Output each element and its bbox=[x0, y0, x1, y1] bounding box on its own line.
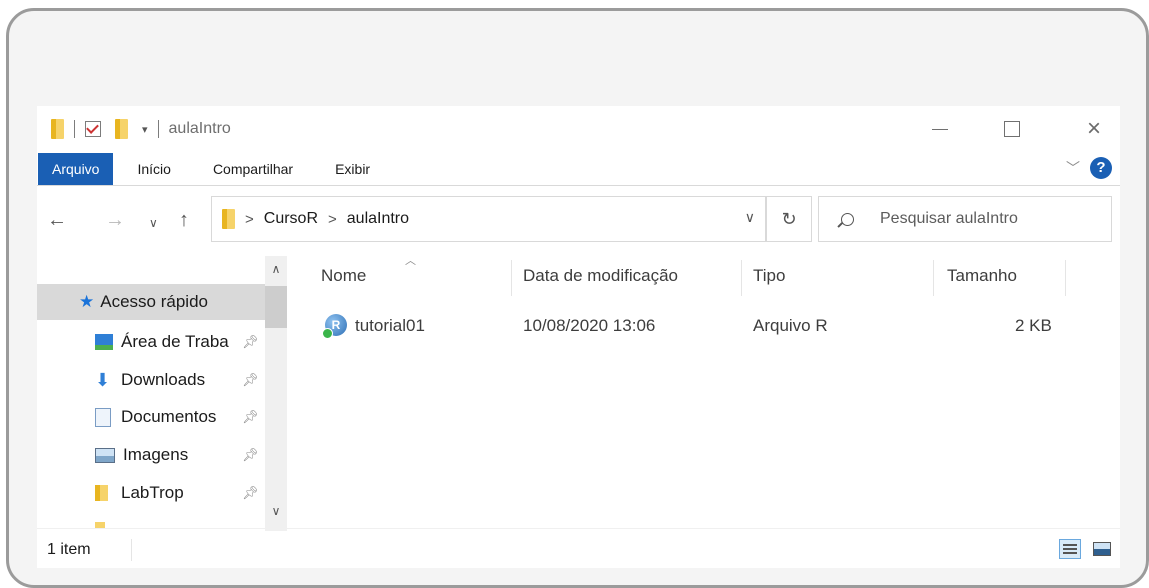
search-icon bbox=[841, 212, 854, 226]
document-icon bbox=[95, 407, 111, 427]
refresh-icon: ↻ bbox=[781, 209, 797, 229]
quick-access-toolbar: ▾ aulaIntro bbox=[51, 118, 231, 140]
details-view-button[interactable] bbox=[1059, 539, 1081, 559]
breadcrumb-separator[interactable]: > bbox=[328, 211, 337, 228]
tab-arquivo[interactable]: Arquivo bbox=[38, 153, 114, 185]
nav-item-acesso-rapido[interactable]: ★ Acesso rápido bbox=[37, 284, 265, 320]
download-icon: ⬇ bbox=[95, 369, 111, 390]
item-count: 1 item bbox=[47, 541, 91, 558]
expand-ribbon-chevron-icon[interactable]: ﹀ bbox=[1066, 158, 1080, 178]
properties-check-icon[interactable] bbox=[85, 121, 101, 137]
star-icon: ★ bbox=[79, 292, 95, 311]
nav-pane-scrollbar[interactable]: ∧ ∨ bbox=[265, 256, 287, 531]
forward-arrow-icon[interactable]: → bbox=[105, 209, 125, 232]
nav-item-label: Documentos bbox=[121, 407, 217, 426]
breadcrumb-separator[interactable]: > bbox=[245, 211, 254, 228]
nav-item-downloads[interactable]: ⬇ Downloads bbox=[37, 362, 265, 398]
column-divider[interactable] bbox=[741, 260, 742, 296]
file-name[interactable]: tutorial01 bbox=[355, 316, 425, 336]
large-icons-view-icon bbox=[1093, 542, 1111, 556]
details-view-icon bbox=[1063, 544, 1077, 546]
divider bbox=[74, 120, 75, 138]
column-divider[interactable] bbox=[511, 260, 512, 296]
navigation-pane: ★ Acesso rápido Área de Traba ⬇ Download… bbox=[37, 256, 287, 531]
title-bar: ▾ aulaIntro × bbox=[37, 106, 1120, 152]
address-dropdown-icon[interactable]: ∨ bbox=[745, 209, 755, 226]
breadcrumb-aulaintro[interactable]: aulaIntro bbox=[347, 210, 409, 228]
divider bbox=[131, 539, 132, 561]
help-button[interactable]: ? bbox=[1090, 157, 1112, 179]
pin-icon[interactable]: 📌︎ bbox=[242, 409, 259, 425]
file-type: Arquivo R bbox=[753, 316, 828, 335]
maximize-button[interactable] bbox=[989, 112, 1035, 146]
column-header-tamanho[interactable]: Tamanho bbox=[947, 256, 1017, 296]
nav-item-label: Imagens bbox=[123, 445, 189, 464]
scroll-up-icon[interactable]: ∧ bbox=[265, 262, 287, 276]
nav-item-label: Acesso rápido bbox=[100, 292, 208, 311]
minimize-icon bbox=[932, 128, 948, 130]
customize-toolbar-dropdown-icon[interactable]: ▾ bbox=[142, 123, 148, 136]
maximize-icon bbox=[1004, 121, 1020, 137]
nav-item-label: Área de Traba bbox=[121, 332, 229, 351]
close-button[interactable]: × bbox=[1071, 112, 1117, 146]
column-header-nome[interactable]: Nome bbox=[321, 256, 366, 296]
breadcrumb-cursor[interactable]: CursoR bbox=[264, 210, 318, 228]
pin-icon[interactable]: 📌︎ bbox=[242, 334, 259, 350]
tab-inicio[interactable]: Início bbox=[113, 153, 184, 185]
window-title: aulaIntro bbox=[168, 120, 231, 137]
large-icons-view-button[interactable] bbox=[1091, 539, 1113, 559]
nav-item-labtrop[interactable]: LabTrop bbox=[37, 475, 265, 511]
column-header-tipo[interactable]: Tipo bbox=[753, 256, 785, 296]
column-divider[interactable] bbox=[933, 260, 934, 296]
folder-icon bbox=[51, 119, 64, 139]
column-header-data[interactable]: Data de modificação bbox=[523, 256, 678, 296]
pin-icon[interactable]: 📌︎ bbox=[242, 447, 259, 463]
r-file-icon: R bbox=[322, 314, 347, 339]
nav-item-area-de-trabalho[interactable]: Área de Traba bbox=[37, 324, 265, 360]
desktop-icon bbox=[95, 334, 113, 350]
file-explorer-window: ▾ aulaIntro × Arquivo Início Compartilha… bbox=[37, 106, 1120, 568]
search-input[interactable] bbox=[878, 209, 1082, 229]
column-divider[interactable] bbox=[1065, 260, 1066, 296]
sort-ascending-icon: ︿ bbox=[405, 255, 416, 267]
ribbon-divider bbox=[37, 185, 1120, 186]
tab-exibir[interactable]: Exibir bbox=[307, 153, 384, 185]
nav-item-imagens[interactable]: Imagens bbox=[37, 437, 265, 473]
folder-icon bbox=[95, 485, 108, 501]
pin-icon[interactable]: 📌︎ bbox=[242, 372, 259, 388]
recent-locations-chevron-icon[interactable]: ∨ bbox=[149, 216, 158, 230]
pin-icon[interactable]: 📌︎ bbox=[242, 485, 259, 501]
scroll-down-icon[interactable]: ∨ bbox=[265, 504, 287, 518]
address-bar[interactable]: > CursoR > aulaIntro ∨ bbox=[211, 196, 766, 242]
close-icon: × bbox=[1086, 115, 1101, 142]
status-bar: 1 item bbox=[37, 528, 1120, 568]
nav-item-documentos[interactable]: Documentos bbox=[37, 399, 265, 435]
ribbon-tabs: Arquivo Início Compartilhar Exibir ﹀ ? bbox=[37, 153, 1120, 185]
folder-icon bbox=[222, 209, 235, 229]
back-arrow-icon[interactable]: ← bbox=[47, 209, 67, 232]
nav-item-label: LabTrop bbox=[121, 483, 184, 502]
file-size: 2 KB bbox=[1015, 316, 1052, 335]
nav-item-label: Downloads bbox=[121, 370, 206, 389]
search-box[interactable] bbox=[818, 196, 1112, 242]
divider bbox=[157, 120, 159, 138]
new-folder-icon[interactable] bbox=[115, 119, 128, 139]
scrollbar-thumb[interactable] bbox=[265, 286, 287, 328]
tab-compartilhar[interactable]: Compartilhar bbox=[185, 153, 307, 185]
image-icon bbox=[95, 447, 115, 463]
refresh-button[interactable]: ↻ bbox=[766, 196, 812, 242]
up-arrow-icon[interactable]: ↑ bbox=[179, 209, 189, 232]
minimize-button[interactable] bbox=[917, 112, 963, 146]
file-modified: 10/08/2020 13:06 bbox=[523, 316, 656, 335]
